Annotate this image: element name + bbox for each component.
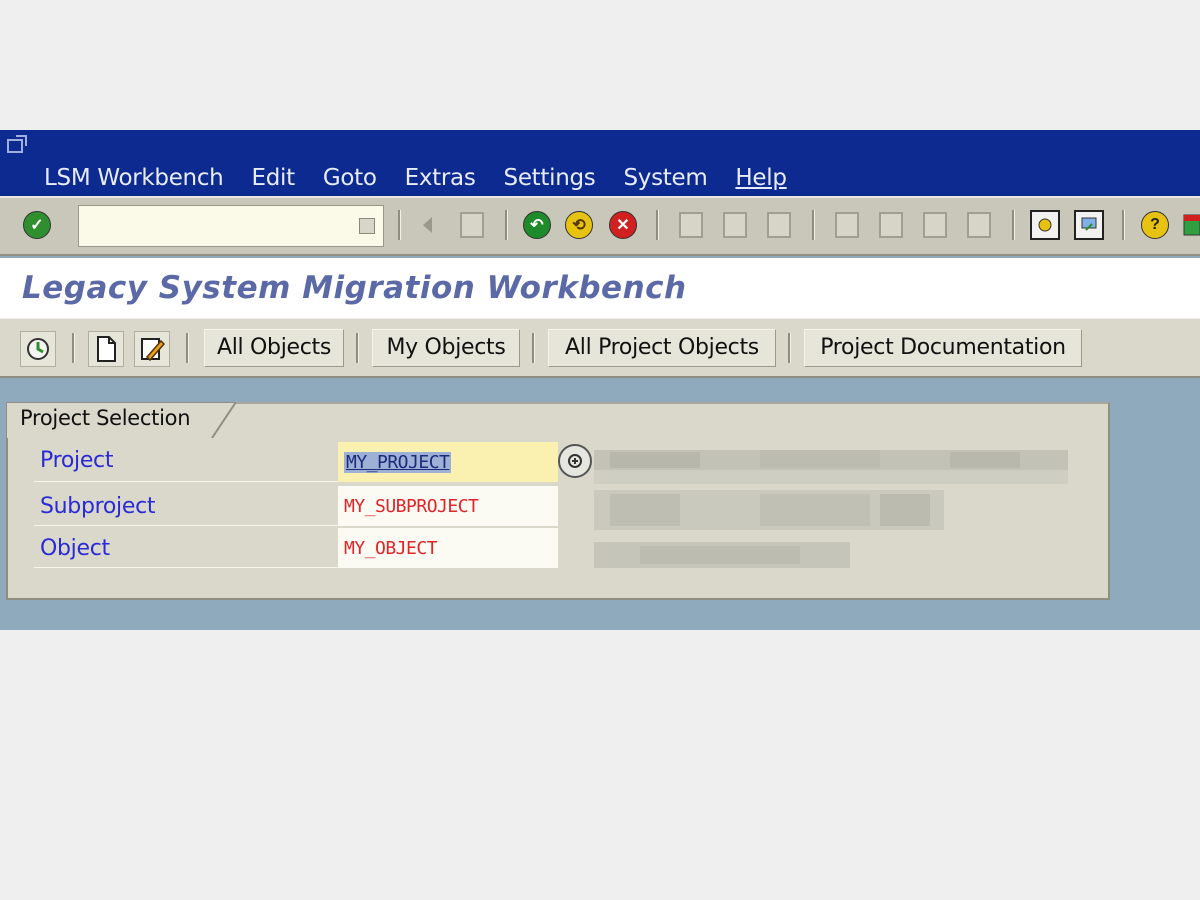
change-button[interactable] <box>134 331 170 367</box>
cancel-button[interactable]: ✕ <box>606 208 640 242</box>
menu-goto[interactable]: Goto <box>323 164 377 192</box>
last-page-icon <box>967 212 991 238</box>
menu-edit[interactable]: Edit <box>251 164 295 192</box>
new-session-icon <box>1030 210 1060 240</box>
find-next-icon <box>767 212 791 238</box>
project-documentation-button[interactable]: Project Documentation <box>804 329 1082 367</box>
system-menu-icon[interactable] <box>6 134 30 156</box>
group-title: Project Selection <box>20 406 191 430</box>
menu-lsm-workbench[interactable]: LSM Workbench <box>44 164 224 192</box>
next-page-button[interactable] <box>918 208 952 242</box>
my-objects-button[interactable]: My Objects <box>372 329 520 367</box>
cancel-icon: ✕ <box>609 211 637 239</box>
project-value: MY_PROJECT <box>344 452 452 473</box>
triangle-left-icon <box>423 217 432 233</box>
back-arrow-icon: ↶ <box>523 211 551 239</box>
toolbar-separator <box>1122 210 1125 240</box>
toolbar-separator <box>532 333 535 363</box>
object-label: Object <box>40 536 110 561</box>
project-row: Project MY_PROJECT <box>34 442 558 482</box>
save-icon <box>460 212 484 238</box>
toolbar-separator <box>186 333 189 363</box>
next-page-icon <box>923 212 947 238</box>
previous-page-button[interactable] <box>874 208 908 242</box>
project-label: Project <box>40 448 114 473</box>
exit-icon: ⟲ <box>565 211 593 239</box>
enter-button[interactable]: ✓ <box>20 208 54 242</box>
generate-shortcut-button[interactable] <box>1072 208 1106 242</box>
toolbar-separator <box>812 210 815 240</box>
layout-menu-icon <box>1183 214 1200 236</box>
toolbar-separator <box>788 333 791 363</box>
checkmark-icon: ✓ <box>23 211 51 239</box>
find-next-button[interactable] <box>762 208 796 242</box>
find-icon <box>723 212 747 238</box>
subproject-label: Subproject <box>40 494 156 519</box>
menu-extras[interactable]: Extras <box>405 164 476 192</box>
row-divider <box>34 567 338 568</box>
row-divider <box>34 481 338 482</box>
toolbar-separator <box>356 333 359 363</box>
standard-toolbar: ✓ ↶ ⟲ ✕ ? <box>0 196 1200 256</box>
row-divider <box>34 525 338 526</box>
new-document-icon <box>97 336 116 362</box>
project-input[interactable]: MY_PROJECT <box>338 442 558 482</box>
print-button[interactable] <box>674 208 708 242</box>
collapse-command-field-button[interactable] <box>410 208 444 242</box>
shortcut-icon <box>1074 210 1104 240</box>
title-bar: Legacy System Migration Workbench <box>0 258 1200 318</box>
page-title: Legacy System Migration Workbench <box>22 270 687 306</box>
search-help-icon <box>568 454 582 468</box>
subproject-row: Subproject MY_SUBPROJECT <box>34 486 558 526</box>
first-page-icon <box>835 212 859 238</box>
create-session-button[interactable] <box>1028 208 1062 242</box>
object-input[interactable]: MY_OBJECT <box>338 528 558 568</box>
toolbar-separator <box>1012 210 1015 240</box>
object-row: Object MY_OBJECT <box>34 528 558 568</box>
help-button[interactable]: ? <box>1138 208 1172 242</box>
command-history-dropdown-icon[interactable] <box>359 218 375 234</box>
toolbar-separator <box>656 210 659 240</box>
menu-system[interactable]: System <box>623 164 707 192</box>
menu-help[interactable]: Help <box>735 164 787 192</box>
back-button[interactable]: ↶ <box>520 208 554 242</box>
toolbar-separator <box>398 210 401 240</box>
save-button[interactable] <box>455 208 489 242</box>
value-help-button[interactable] <box>558 444 592 478</box>
application-toolbar: All Objects My Objects All Project Objec… <box>0 318 1200 378</box>
help-icon: ? <box>1141 211 1169 239</box>
toolbar-separator <box>505 210 508 240</box>
print-icon <box>679 212 703 238</box>
last-page-button[interactable] <box>962 208 996 242</box>
menu-items: LSM Workbench Edit Goto Extras Settings … <box>44 164 815 192</box>
exit-button[interactable]: ⟲ <box>562 208 596 242</box>
subproject-input[interactable]: MY_SUBPROJECT <box>338 486 558 526</box>
all-objects-button[interactable]: All Objects <box>204 329 344 367</box>
sap-window: LSM Workbench Edit Goto Extras Settings … <box>0 130 1200 630</box>
layout-menu-button[interactable] <box>1180 208 1200 242</box>
pencil-edit-icon <box>141 338 165 362</box>
toolbar-separator <box>72 333 75 363</box>
menu-bar: LSM Workbench Edit Goto Extras Settings … <box>0 130 1200 196</box>
menu-settings[interactable]: Settings <box>504 164 596 192</box>
first-page-button[interactable] <box>830 208 864 242</box>
command-field[interactable] <box>78 205 384 247</box>
project-selection-tab: Project Selection <box>6 402 236 438</box>
previous-page-icon <box>879 212 903 238</box>
find-button[interactable] <box>718 208 752 242</box>
execute-button[interactable] <box>20 331 56 367</box>
clock-check-icon <box>27 338 49 360</box>
create-button[interactable] <box>88 331 124 367</box>
all-project-objects-button[interactable]: All Project Objects <box>548 329 776 367</box>
